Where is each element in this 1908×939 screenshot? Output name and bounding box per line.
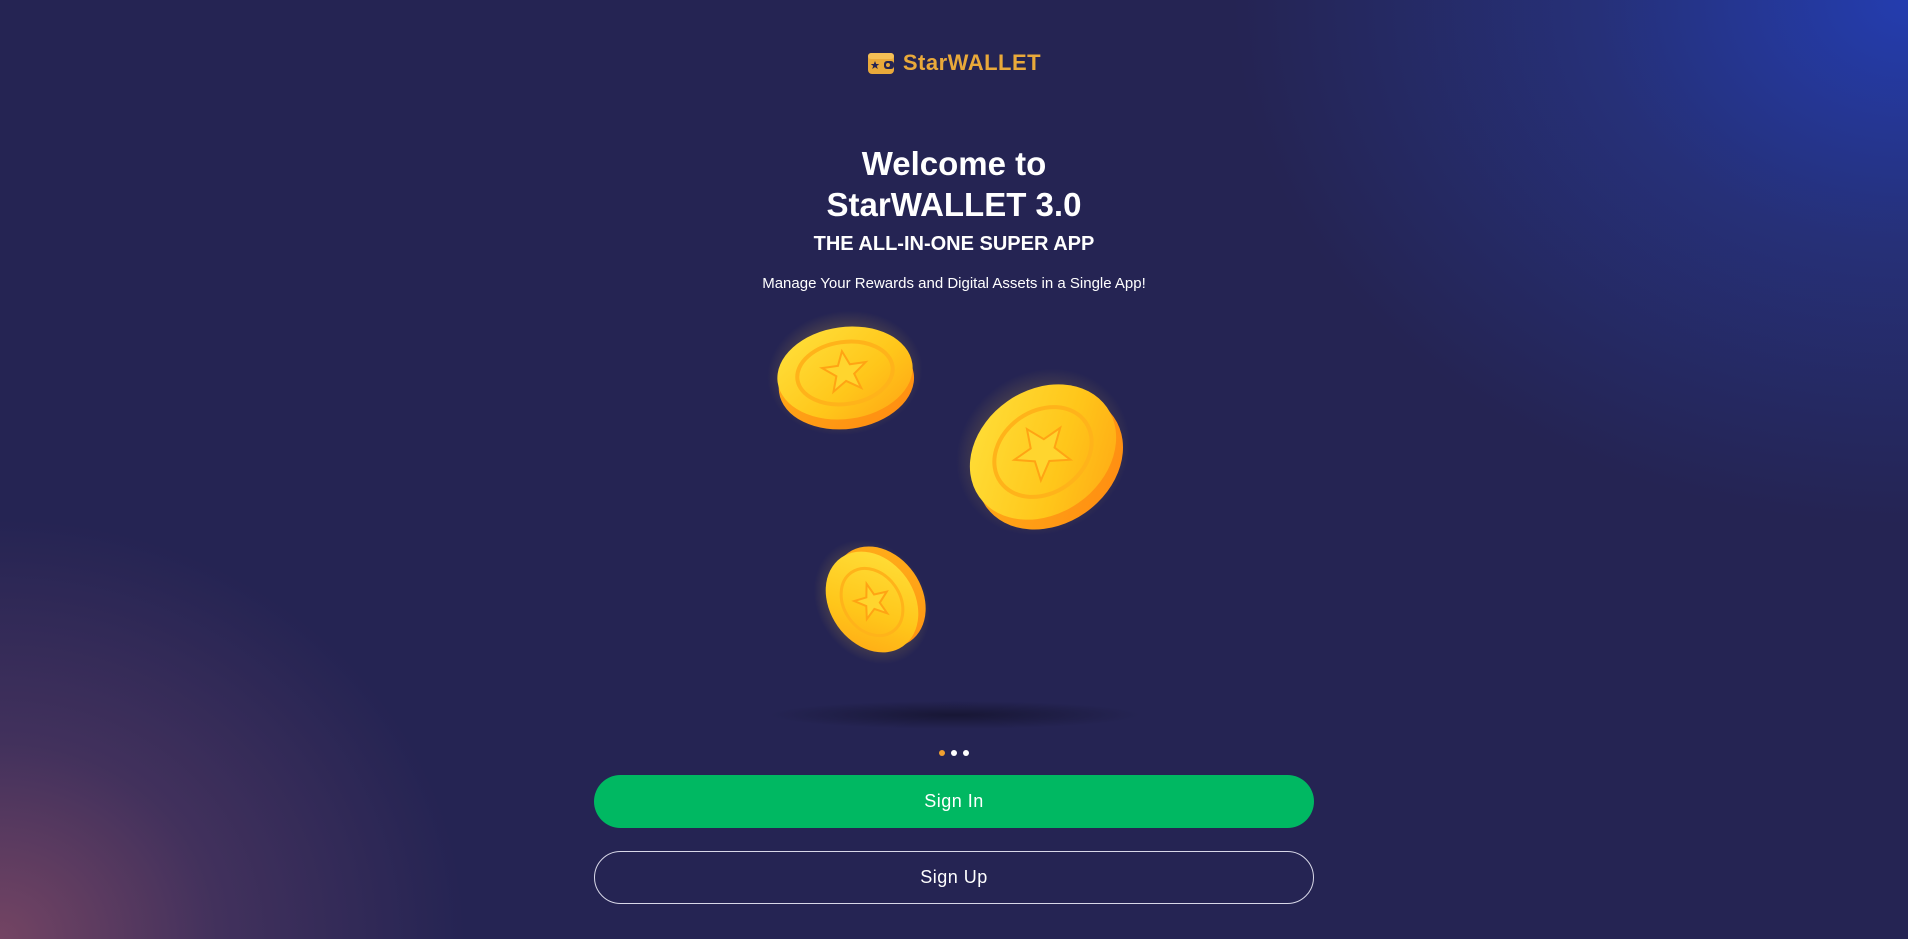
coins-shadow bbox=[770, 701, 1140, 729]
sign-up-button[interactable]: Sign Up bbox=[594, 851, 1314, 904]
carousel-dot-active[interactable] bbox=[939, 750, 945, 756]
app-subtitle: THE ALL-IN-ONE SUPER APP bbox=[813, 233, 1095, 255]
welcome-title: Welcome to StarWALLET 3.0 bbox=[0, 143, 1908, 225]
wallet-star-icon bbox=[867, 53, 894, 74]
carousel-dot[interactable] bbox=[963, 750, 969, 756]
gold-star-coins-illustration bbox=[767, 310, 1140, 729]
gold-coin-icon bbox=[767, 310, 923, 436]
gold-coin-icon bbox=[956, 368, 1130, 536]
carousel-dot[interactable] bbox=[951, 750, 957, 756]
carousel-indicator bbox=[0, 750, 1908, 756]
app-logo: StarWALLET bbox=[0, 50, 1908, 76]
brand-name: StarWALLET bbox=[902, 50, 1042, 75]
app-tagline: Manage Your Rewards and Digital Assets i… bbox=[762, 275, 1146, 292]
welcome-title-line2: StarWALLET 3.0 bbox=[826, 186, 1082, 223]
welcome-title-line1: Welcome to bbox=[861, 145, 1047, 182]
sign-in-button[interactable]: Sign In bbox=[594, 775, 1314, 828]
gold-coin-icon bbox=[813, 539, 931, 665]
